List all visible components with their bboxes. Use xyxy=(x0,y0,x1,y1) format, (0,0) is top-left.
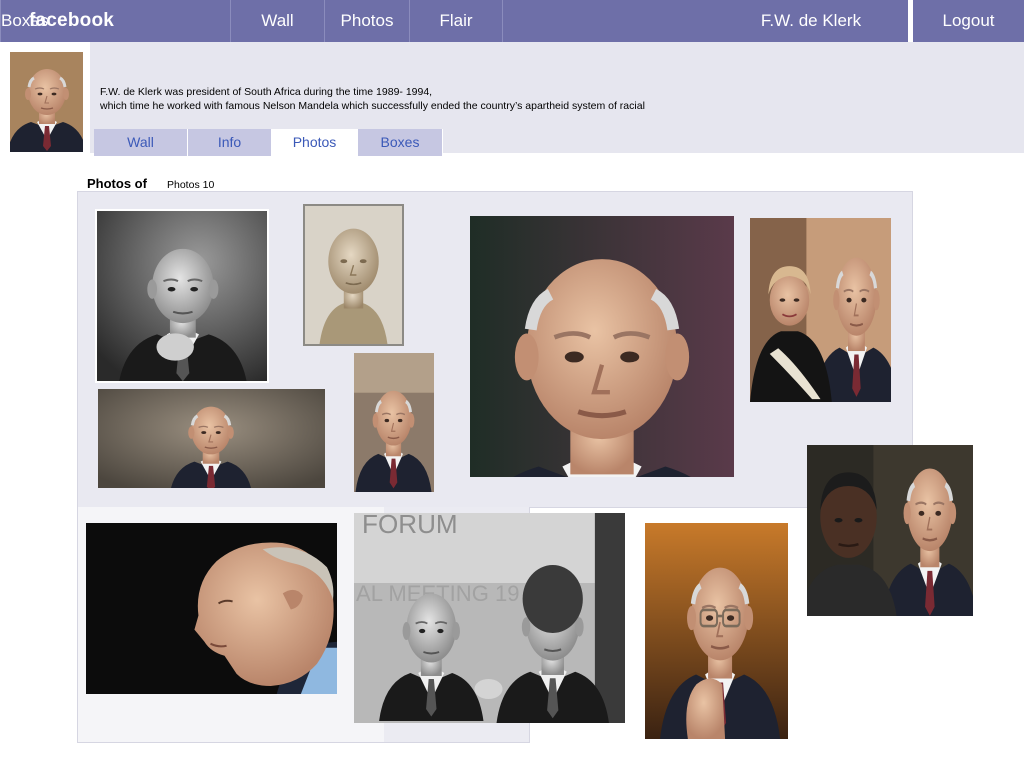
logout-button[interactable]: Logout xyxy=(913,0,1024,42)
bio-line-2: which time he worked with famous Nelson … xyxy=(100,100,645,112)
bio-line-1: F.W. de Klerk was president of South Afr… xyxy=(100,86,433,98)
svg-text:FORUM: FORUM xyxy=(362,513,458,539)
tab-wall[interactable]: Wall xyxy=(94,129,188,156)
nav-boxes[interactable]: Boxes xyxy=(0,0,48,42)
tab-info[interactable]: Info xyxy=(188,129,272,156)
profile-bio: F.W. de Klerk was president of South Afr… xyxy=(100,85,800,113)
photo-with-woman[interactable] xyxy=(750,218,891,402)
photo-closeup-looking-up[interactable] xyxy=(470,216,734,477)
nav-wall[interactable]: Wall xyxy=(230,0,324,42)
photo-handshake-with-mandela[interactable]: FORUM AL MEETING 19 xyxy=(354,513,625,723)
photo-with-glasses-pointing[interactable] xyxy=(645,523,788,739)
photo-smiling-small[interactable] xyxy=(354,353,434,492)
avatar[interactable] xyxy=(10,52,83,152)
nav-photos[interactable]: Photos xyxy=(324,0,409,42)
photo-smiling-portrait-wide[interactable] xyxy=(98,389,325,488)
user-name-link[interactable]: F.W. de Klerk xyxy=(740,0,882,42)
photos-section-title: Photos of xyxy=(87,176,147,191)
tab-photos[interactable]: Photos xyxy=(272,129,358,156)
avatar-image xyxy=(10,52,83,152)
top-navigation-bar: facebook Wall Photos Flair Boxes F.W. de… xyxy=(0,0,1024,42)
tab-boxes[interactable]: Boxes xyxy=(358,129,443,156)
photos-count: Photos 10 xyxy=(167,179,215,191)
photo-two-actors[interactable] xyxy=(807,445,973,616)
photo-profile-dark-background[interactable] xyxy=(86,523,337,694)
photo-bronze-bust[interactable] xyxy=(303,204,404,346)
photo-bw-portrait-hand-on-chin[interactable] xyxy=(95,209,269,383)
nav-flair[interactable]: Flair xyxy=(409,0,503,42)
